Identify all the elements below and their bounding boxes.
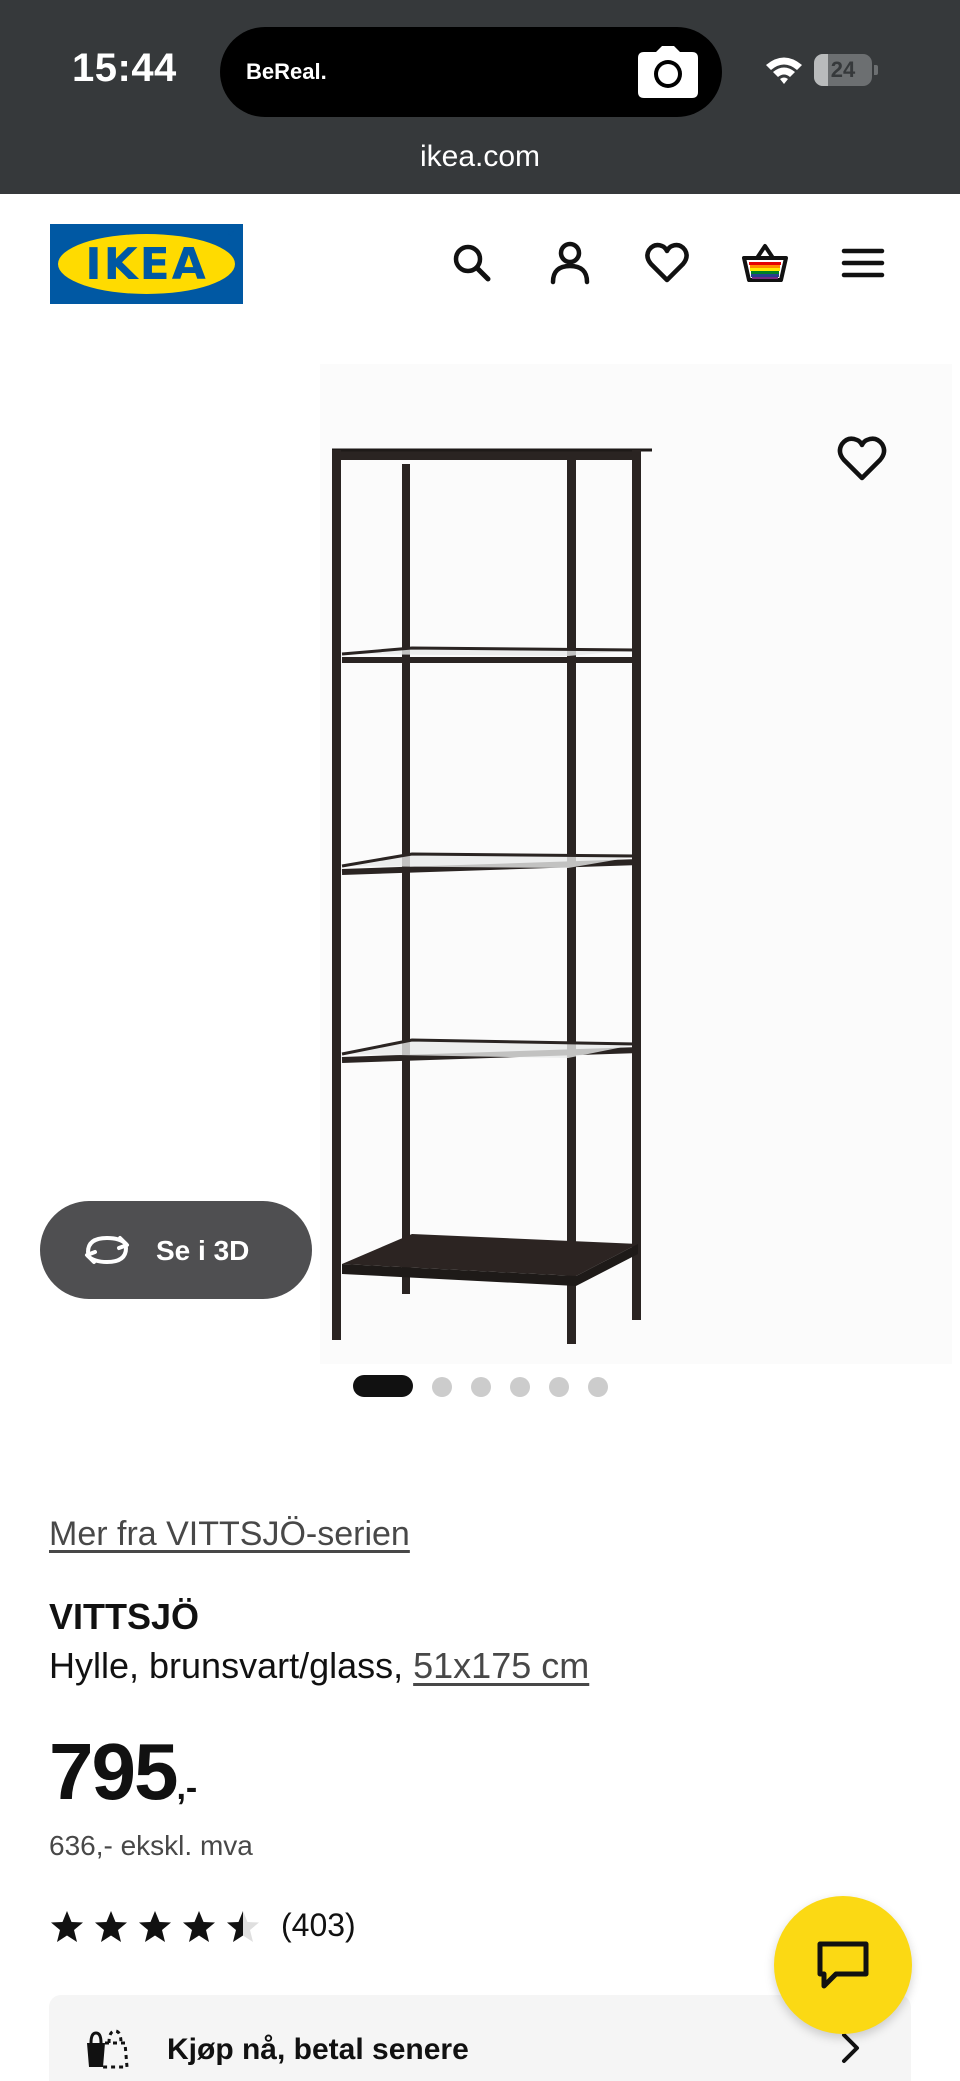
island-app-name: BeReal. (246, 59, 327, 84)
cart-icon[interactable] (740, 238, 790, 288)
price-integer: 795 (49, 1727, 178, 1816)
price-excl-vat: 636,- ekskl. mva (49, 1830, 253, 1861)
chat-icon (817, 1941, 869, 1989)
product-name: VITTSJÖ (49, 1596, 200, 1637)
gallery-dot[interactable] (549, 1377, 569, 1397)
product-gallery[interactable]: Se i 3D (0, 334, 960, 1397)
gallery-dot[interactable] (432, 1377, 452, 1397)
heart-icon[interactable] (642, 238, 692, 288)
account-icon[interactable] (545, 238, 595, 288)
rating-count: (403) (281, 1907, 356, 1943)
dynamic-island[interactable]: BeReal. (220, 27, 722, 117)
buy-now-pay-later-label: Kjøp nå, betal senere (167, 2033, 469, 2066)
chat-button[interactable] (774, 1896, 912, 2034)
rating-star-icon (183, 1911, 215, 1942)
menu-icon[interactable] (838, 238, 888, 288)
gallery-dot[interactable] (510, 1377, 530, 1397)
product-image[interactable] (320, 384, 652, 1344)
buy-now-pay-later-banner[interactable]: Kjøp nå, betal senere (49, 1995, 911, 2081)
status-bar: 15:44 BeReal. 24 ikea.com (0, 0, 960, 194)
search-icon[interactable] (447, 238, 497, 288)
url-bar[interactable]: ikea.com (0, 140, 960, 174)
product-price: 795,- (49, 1726, 197, 1818)
shopping-bag-icon (87, 2029, 129, 2069)
rotate-3d-icon (85, 1235, 129, 1265)
chevron-right-icon (842, 2033, 859, 2063)
rating-star-icon (227, 1911, 259, 1942)
rating-star-icon (139, 1911, 171, 1942)
battery-level: 24 (830, 57, 856, 82)
view-in-3d-label: Se i 3D (156, 1235, 250, 1266)
logo-text: IKEA (85, 239, 208, 290)
rating-star-icon (51, 1911, 83, 1942)
site-header: IKEA ® (0, 194, 960, 334)
battery-icon: 24 (814, 54, 878, 86)
product-size-link[interactable]: 51x175 cm (413, 1645, 589, 1686)
product-description: Hylle, brunsvart/glass, 51x175 cm (49, 1645, 590, 1686)
gallery-dot[interactable] (353, 1375, 413, 1397)
rating-star-icon (95, 1911, 127, 1942)
camera-icon (636, 44, 700, 100)
price-decimal: ,- (176, 1769, 198, 1807)
gallery-dot[interactable] (471, 1377, 491, 1397)
status-time: 15:44 (72, 46, 177, 90)
add-to-favourites-button[interactable] (832, 429, 892, 489)
series-link[interactable]: Mer fra VITTSJÖ-serien (49, 1515, 410, 1554)
wifi-icon (764, 54, 804, 86)
gallery-dot[interactable] (588, 1377, 608, 1397)
ikea-logo[interactable]: IKEA ® (50, 224, 243, 304)
view-in-3d-button[interactable]: Se i 3D (40, 1201, 312, 1299)
